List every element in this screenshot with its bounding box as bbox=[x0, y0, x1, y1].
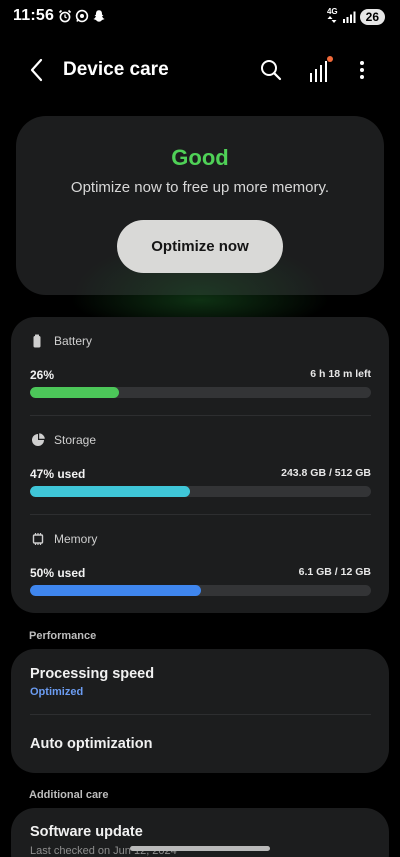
memory-label-row: Memory bbox=[31, 532, 97, 546]
memory-progress-fill bbox=[30, 585, 201, 596]
search-icon bbox=[261, 60, 282, 81]
processing-speed-status: Optimized bbox=[30, 686, 84, 698]
status-card: Good Optimize now to free up more memory… bbox=[16, 116, 384, 295]
alarm-icon bbox=[58, 9, 72, 23]
system-indicators: 4G 26 bbox=[327, 8, 385, 25]
memory-capacity: 6.1 GB / 12 GB bbox=[298, 566, 371, 578]
whatsapp-icon bbox=[75, 9, 89, 23]
auto-optimization-row[interactable]: Auto optimization bbox=[11, 715, 389, 773]
network-type: 4G bbox=[326, 7, 338, 16]
data-arrows-icon bbox=[327, 16, 337, 23]
battery-section[interactable]: Battery 26% 6 h 18 m left bbox=[11, 317, 389, 415]
additional-care-header: Additional care bbox=[29, 789, 109, 801]
notification-icons bbox=[58, 9, 106, 23]
battery-level-badge: 26 bbox=[359, 8, 385, 25]
auto-optimization-title: Auto optimization bbox=[30, 736, 153, 752]
battery-percent: 26% bbox=[30, 368, 55, 382]
battery-time-left: 6 h 18 m left bbox=[310, 368, 371, 380]
storage-progress-bar bbox=[30, 486, 371, 497]
performance-card: Processing speed Optimized Auto optimiza… bbox=[11, 649, 389, 773]
resources-card: Battery 26% 6 h 18 m left Storage 47% us… bbox=[11, 317, 389, 613]
battery-label-row: Battery bbox=[31, 334, 92, 348]
usage-report-button[interactable] bbox=[304, 55, 334, 85]
status-time: 11:56 bbox=[13, 7, 55, 24]
storage-used: 47% used bbox=[30, 467, 86, 481]
device-status-text: Good bbox=[171, 145, 229, 170]
battery-progress-bar bbox=[30, 387, 371, 398]
back-arrow-icon bbox=[30, 58, 43, 82]
software-update-title: Software update bbox=[30, 824, 143, 840]
signal-icon bbox=[342, 11, 356, 23]
processing-speed-row[interactable]: Processing speed Optimized bbox=[11, 649, 389, 713]
home-indicator[interactable] bbox=[130, 846, 270, 851]
battery-label: Battery bbox=[54, 334, 93, 348]
back-button[interactable] bbox=[25, 56, 51, 84]
more-options-button[interactable] bbox=[352, 57, 372, 83]
memory-section[interactable]: Memory 50% used 6.1 GB / 12 GB bbox=[11, 515, 389, 613]
app-bar: Device care bbox=[0, 50, 400, 90]
notification-dot bbox=[327, 56, 333, 62]
storage-progress-fill bbox=[30, 486, 191, 497]
snapchat-icon bbox=[93, 10, 105, 22]
storage-label: Storage bbox=[54, 433, 97, 447]
battery-progress-fill bbox=[30, 387, 119, 398]
memory-label: Memory bbox=[54, 532, 98, 546]
storage-capacity: 243.8 GB / 512 GB bbox=[281, 467, 371, 479]
network-indicator: 4G bbox=[327, 8, 338, 25]
search-button[interactable] bbox=[258, 57, 284, 83]
pie-chart-icon bbox=[32, 433, 45, 446]
status-message: Optimize now to free up more memory. bbox=[70, 179, 330, 196]
status-bar: 11:56 4G 26 bbox=[0, 0, 400, 34]
memory-progress-bar bbox=[30, 585, 371, 596]
processing-speed-title: Processing speed bbox=[30, 666, 155, 682]
memory-used: 50% used bbox=[30, 566, 86, 580]
page-title: Device care bbox=[63, 59, 169, 80]
performance-header: Performance bbox=[29, 630, 97, 642]
more-vert-icon bbox=[360, 61, 364, 79]
battery-icon bbox=[33, 334, 41, 348]
storage-label-row: Storage bbox=[31, 433, 96, 447]
storage-section[interactable]: Storage 47% used 243.8 GB / 512 GB bbox=[11, 416, 389, 514]
memory-chip-icon bbox=[32, 533, 44, 545]
optimize-now-button[interactable]: Optimize now bbox=[117, 220, 283, 273]
